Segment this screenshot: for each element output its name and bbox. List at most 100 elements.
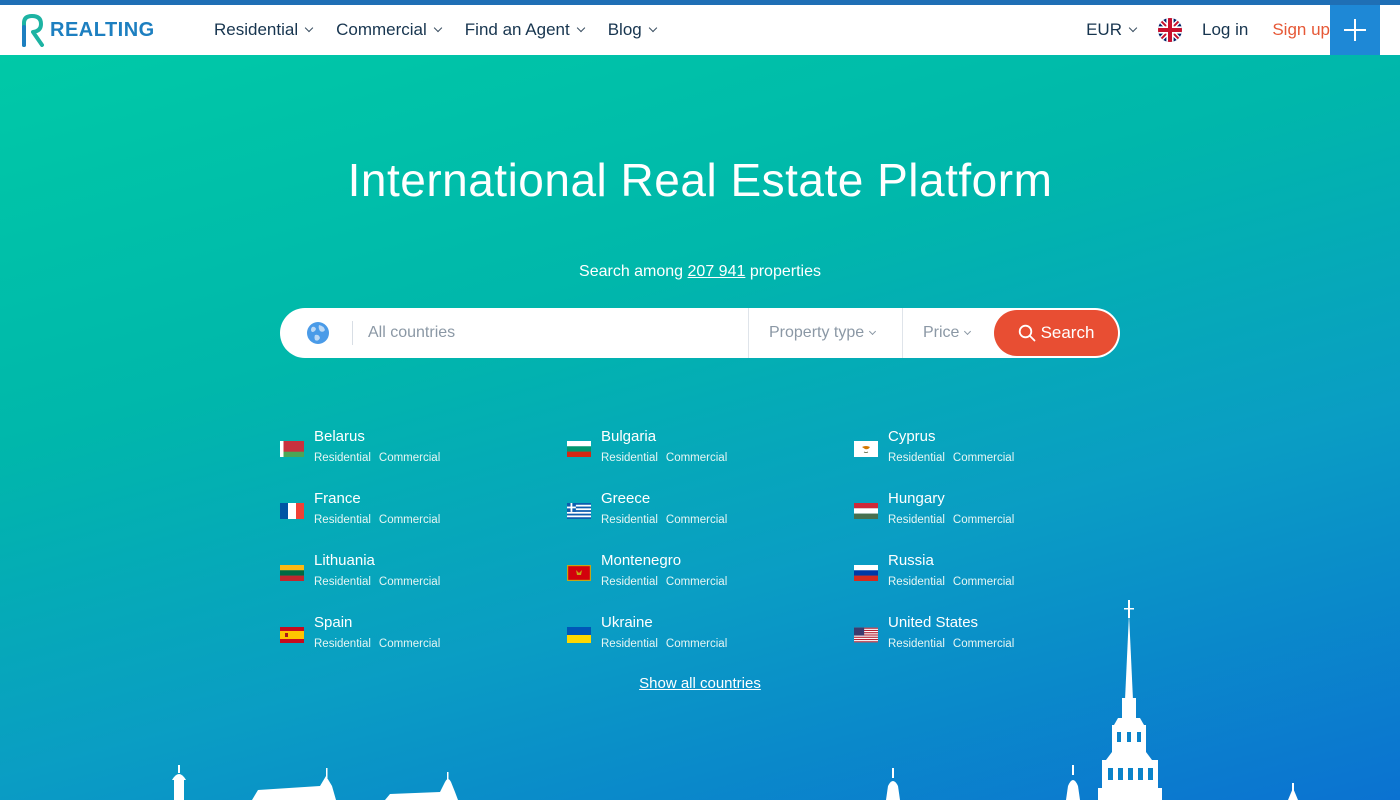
signup-link[interactable]: Sign up (1272, 20, 1330, 40)
nav-blog[interactable]: Blog (607, 20, 657, 40)
flag-bulgaria-icon (567, 441, 591, 457)
property-count-link[interactable]: 207 941 (688, 263, 746, 280)
search-bar: Property type Price Search (280, 308, 1120, 358)
country-name[interactable]: Hungary (888, 490, 945, 507)
subtitle-prefix: Search among (579, 263, 684, 280)
price-label: Price (923, 324, 960, 341)
country-name[interactable]: France (314, 490, 361, 507)
residential-link[interactable]: Residential (314, 452, 371, 464)
country-links: Residential Commercial (314, 514, 448, 526)
flag-lithuania-icon (280, 565, 304, 581)
search-divider (352, 321, 353, 345)
country-name[interactable]: Lithuania (314, 552, 375, 569)
residential-link[interactable]: Residential (888, 452, 945, 464)
search-button[interactable]: Search (994, 310, 1118, 356)
flag-montenegro-icon (567, 565, 591, 581)
country-links: Residential Commercial (314, 576, 448, 588)
country-item-greece: Greece Residential Commercial (567, 490, 827, 530)
country-name[interactable]: Russia (888, 552, 934, 569)
country-item-lithuania: Lithuania Residential Commercial (280, 552, 540, 592)
nav-blog-label: Blog (607, 20, 642, 39)
login-link[interactable]: Log in (1202, 20, 1248, 40)
commercial-link[interactable]: Commercial (379, 452, 440, 464)
chevron-down-icon (433, 23, 443, 33)
flag-cyprus-icon (854, 441, 878, 457)
country-links: Residential Commercial (314, 452, 448, 464)
commercial-link[interactable]: Commercial (379, 514, 440, 526)
commercial-link[interactable]: Commercial (666, 514, 727, 526)
site-header: REALTING Residential Commercial Find an … (0, 5, 1400, 55)
currency-label: EUR (1086, 20, 1122, 39)
residential-link[interactable]: Residential (888, 514, 945, 526)
country-links: Residential Commercial (888, 514, 1022, 526)
price-select[interactable]: Price (902, 308, 994, 358)
hero-section: International Real Estate Platform Searc… (0, 55, 1400, 800)
country-links: Residential Commercial (601, 514, 735, 526)
country-links: Residential Commercial (601, 452, 735, 464)
residential-link[interactable]: Residential (888, 576, 945, 588)
residential-link[interactable]: Residential (314, 576, 371, 588)
commercial-link[interactable]: Commercial (666, 576, 727, 588)
country-item-bulgaria: Bulgaria Residential Commercial (567, 428, 827, 468)
chevron-down-icon (576, 23, 585, 33)
country-item-cyprus: Cyprus Residential Commercial (854, 428, 1114, 468)
city-skyline-illustration (172, 600, 1298, 800)
chevron-down-icon (964, 327, 972, 336)
country-search-input[interactable] (368, 318, 738, 348)
chevron-down-icon (869, 327, 877, 336)
chevron-down-icon (1128, 23, 1138, 33)
country-links: Residential Commercial (888, 576, 1022, 588)
search-icon (1018, 324, 1035, 342)
country-item-france: France Residential Commercial (280, 490, 540, 530)
residential-link[interactable]: Residential (601, 576, 658, 588)
flag-france-icon (280, 503, 304, 519)
country-name[interactable]: Belarus (314, 428, 365, 445)
commercial-link[interactable]: Commercial (953, 452, 1014, 464)
country-item-russia: Russia Residential Commercial (854, 552, 1114, 592)
commercial-link[interactable]: Commercial (379, 576, 440, 588)
commercial-link[interactable]: Commercial (953, 576, 1014, 588)
nav-residential[interactable]: Residential (214, 20, 314, 40)
chevron-down-icon (304, 23, 314, 33)
nav-residential-label: Residential (214, 20, 299, 39)
language-flag-uk-icon[interactable] (1158, 18, 1182, 42)
search-button-label: Search (1040, 323, 1095, 342)
flag-hungary-icon (854, 503, 878, 519)
property-type-select[interactable]: Property type (748, 308, 902, 358)
plus-icon-vertical (1354, 19, 1356, 41)
search-subtitle: Search among 207 941 properties (0, 263, 1400, 281)
property-type-label: Property type (769, 324, 865, 341)
flag-greece-icon (567, 503, 591, 519)
subtitle-suffix: properties (749, 263, 821, 280)
country-name[interactable]: Cyprus (888, 428, 936, 445)
brand-name: REALTING (50, 18, 155, 41)
commercial-link[interactable]: Commercial (953, 514, 1014, 526)
country-name[interactable]: Greece (601, 490, 650, 507)
country-item-montenegro: Montenegro Residential Commercial (567, 552, 827, 592)
nav-commercial-label: Commercial (336, 20, 427, 39)
header-actions: EUR Log in Sign up (1086, 5, 1330, 55)
chevron-down-icon (648, 23, 657, 33)
nav-find-agent-label: Find an Agent (464, 20, 570, 39)
flag-belarus-icon (280, 441, 304, 457)
flag-russia-icon (854, 565, 878, 581)
residential-link[interactable]: Residential (314, 514, 371, 526)
logo[interactable]: REALTING (20, 13, 155, 47)
residential-link[interactable]: Residential (601, 514, 658, 526)
country-item-belarus: Belarus Residential Commercial (280, 428, 540, 468)
nav-find-agent[interactable]: Find an Agent (464, 20, 585, 40)
nav-commercial[interactable]: Commercial (336, 20, 443, 40)
currency-selector[interactable]: EUR (1086, 20, 1138, 40)
commercial-link[interactable]: Commercial (666, 452, 727, 464)
main-nav: Residential Commercial Find an Agent Blo… (214, 5, 680, 55)
country-name[interactable]: Bulgaria (601, 428, 656, 445)
country-links: Residential Commercial (601, 576, 735, 588)
globe-icon (307, 322, 329, 344)
country-item-hungary: Hungary Residential Commercial (854, 490, 1114, 530)
residential-link[interactable]: Residential (601, 452, 658, 464)
country-links: Residential Commercial (888, 452, 1022, 464)
page-title: International Real Estate Platform (347, 154, 1053, 206)
add-listing-button[interactable] (1330, 5, 1380, 55)
realting-logo-icon (22, 14, 44, 47)
country-name[interactable]: Montenegro (601, 552, 681, 569)
